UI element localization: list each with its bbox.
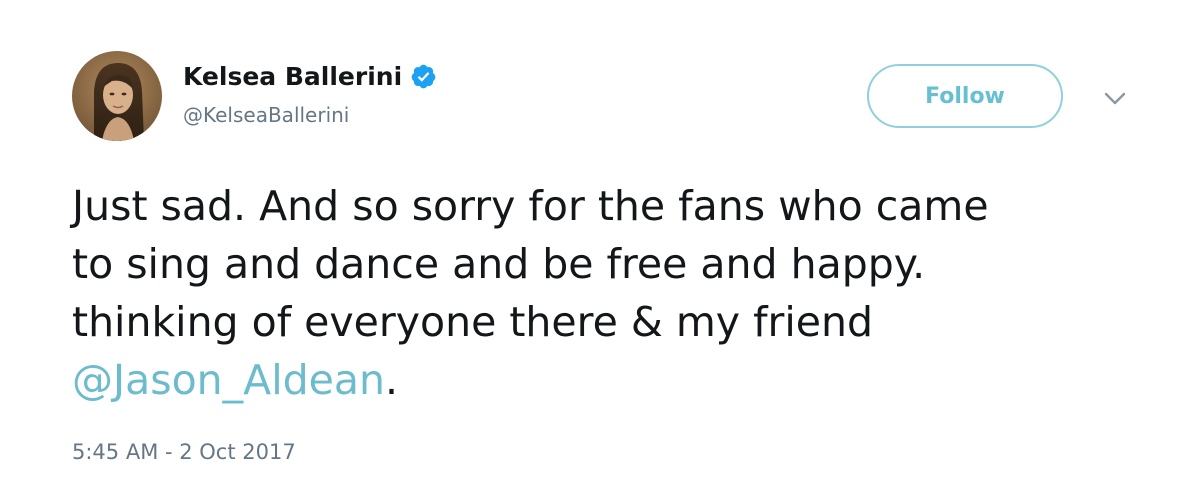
tweet-text-line: thinking of everyone there & my friend	[72, 298, 873, 346]
avatar[interactable]	[72, 51, 162, 141]
tweet-text-trailing: .	[384, 356, 398, 404]
verified-badge-icon	[411, 64, 436, 88]
tweet-text-line-mention: @Jason_Aldean.	[72, 351, 1172, 409]
tweet-text: Just sad. And so sorry for the fans who …	[72, 177, 1172, 409]
author-name-row: Kelsea Ballerini	[183, 56, 437, 96]
tweet-timestamp[interactable]: 5:45 AM - 2 Oct 2017	[72, 440, 296, 464]
tweet-text-line: Just sad. And so sorry for the fans who …	[72, 182, 989, 230]
author-display-name[interactable]: Kelsea Ballerini	[183, 62, 402, 91]
chevron-down-icon[interactable]	[1104, 92, 1126, 106]
tweet-text-line: to sing and dance and be free and happy.	[72, 240, 926, 288]
profile-photo-icon	[72, 51, 162, 141]
mention-link[interactable]: @Jason_Aldean	[72, 356, 385, 404]
follow-button[interactable]: Follow	[867, 64, 1063, 128]
tweet-card: Kelsea Ballerini @KelseaBallerini Follow…	[0, 0, 1200, 491]
author-handle[interactable]: @KelseaBallerini	[183, 103, 349, 127]
